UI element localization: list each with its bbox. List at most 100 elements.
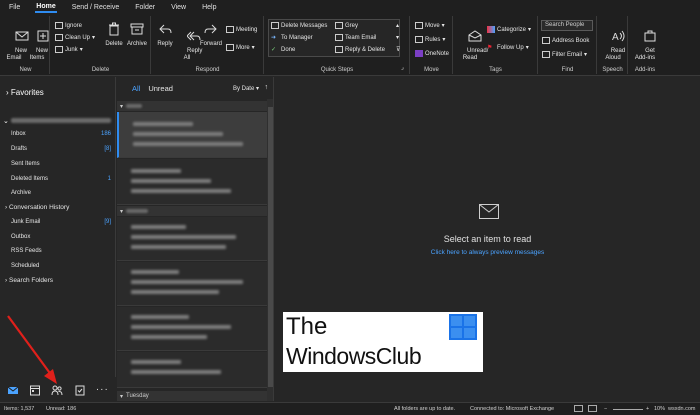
cleanup-button[interactable]: Clean Up ▾ xyxy=(55,34,95,41)
junk-button[interactable]: Junk ▾ xyxy=(55,46,83,53)
filter-all-tab[interactable]: All xyxy=(132,84,140,93)
search-people-input[interactable]: Search People xyxy=(541,20,593,31)
chevron-down-icon: ▾ xyxy=(441,23,445,29)
new-items-button[interactable]: New Items xyxy=(26,22,49,69)
unread-read-icon xyxy=(468,30,482,42)
message-list: All Unread By Date ▾ ↑ ▾ ▾ ▾ Tuesday xyxy=(117,77,274,401)
chevron-down-icon: ▾ xyxy=(442,37,446,43)
list-item[interactable] xyxy=(117,159,267,205)
unread-read-button[interactable]: Unread/ Read xyxy=(457,22,488,69)
quickstep-grey[interactable]: Grey xyxy=(335,22,358,29)
folder-inbox[interactable]: Inbox 186 xyxy=(11,131,111,137)
ignore-button[interactable]: Ignore xyxy=(55,22,82,29)
folder-scheduled[interactable]: Scheduled xyxy=(11,263,111,269)
group-header-redacted[interactable]: ▾ xyxy=(117,206,267,216)
more-respond-button[interactable]: More ▾ xyxy=(226,44,255,51)
dialog-launcher-icon: ⌟ xyxy=(401,65,404,71)
quicksteps-scroll-up[interactable]: ▴ xyxy=(396,22,399,29)
forward-button[interactable]: Forward xyxy=(199,22,223,48)
read-aloud-button[interactable]: A Read Aloud xyxy=(600,22,626,69)
list-item[interactable] xyxy=(117,307,267,351)
archive-icon xyxy=(130,23,144,35)
store-icon xyxy=(644,30,656,42)
group-header-tuesday[interactable]: ▾ Tuesday xyxy=(117,391,267,401)
group-name-redacted xyxy=(126,209,149,213)
delete-button[interactable]: Delete xyxy=(104,22,124,48)
always-preview-link[interactable]: Click here to always preview messages xyxy=(275,249,700,256)
quickstep-to-manager[interactable]: ➜ To Manager xyxy=(271,34,313,42)
tab-help[interactable]: Help xyxy=(201,3,217,12)
reply-delete-icon xyxy=(335,46,343,53)
folder-rss-feeds[interactable]: RSS Feeds xyxy=(11,248,111,254)
group-add-ins: Get Add-ins Add-ins xyxy=(629,16,661,74)
folder-conversation-history[interactable]: › Conversation History xyxy=(5,204,69,211)
message-list-scrollbar[interactable] xyxy=(267,99,273,401)
redacted-text xyxy=(131,335,207,339)
tab-send-receive[interactable]: Send / Receive xyxy=(71,3,120,12)
folder-sent-items[interactable]: Sent Items xyxy=(11,161,111,167)
zoom-level[interactable]: 10% xyxy=(654,406,665,412)
red-arrow-annotation xyxy=(7,315,57,384)
folder-archive[interactable]: Archive xyxy=(11,190,111,196)
folder-drafts[interactable]: Drafts [8] xyxy=(11,146,111,152)
quickstep-done[interactable]: ✓ Done xyxy=(271,46,295,54)
envelope-icon xyxy=(479,204,499,219)
redacted-text xyxy=(131,235,236,239)
reply-all-button[interactable]: Reply All xyxy=(177,22,202,69)
archive-button[interactable]: Archive xyxy=(125,22,149,48)
status-connection: Connected to: Microsoft Exchange xyxy=(470,406,555,412)
folder-outbox[interactable]: Outbox xyxy=(11,234,111,240)
zoom-out-icon[interactable]: − xyxy=(604,406,607,412)
quickstep-reply-delete[interactable]: Reply & Delete xyxy=(335,46,385,53)
list-item[interactable] xyxy=(117,262,267,306)
quickstep-team-email[interactable]: Team Email xyxy=(335,34,376,41)
folder-search-folders[interactable]: › Search Folders xyxy=(5,277,53,284)
follow-up-button[interactable]: ⚑ Follow Up ▾ xyxy=(487,44,529,52)
favorites-section[interactable]: › Favorites xyxy=(6,88,44,97)
quickstep-delete-messages[interactable]: Delete Messages xyxy=(271,22,327,29)
more-apps-icon[interactable]: ··· xyxy=(96,384,109,395)
group-label-tags: Tags xyxy=(489,67,502,73)
tab-folder[interactable]: Folder xyxy=(134,3,156,12)
tab-view[interactable]: View xyxy=(170,3,187,12)
quicksteps-scroll-down[interactable]: ▾ xyxy=(396,34,399,41)
read-aloud-icon: A xyxy=(612,30,625,43)
flag-icon: ⚑ xyxy=(487,45,493,51)
quicksteps-expand[interactable]: ⊽ xyxy=(396,46,400,53)
meeting-button[interactable]: Meeting xyxy=(226,26,257,33)
normal-view-icon[interactable] xyxy=(574,405,583,412)
address-book-button[interactable]: Address Book xyxy=(542,37,589,44)
redacted-text xyxy=(133,122,193,126)
move-button[interactable]: Move ▾ xyxy=(415,22,445,29)
new-email-button[interactable]: New Email xyxy=(5,22,29,69)
list-item[interactable] xyxy=(117,217,267,261)
zoom-slider[interactable] xyxy=(613,409,643,410)
group-label-speech: Speech xyxy=(602,67,623,73)
reply-button[interactable]: Reply xyxy=(155,22,175,48)
reading-view-icon[interactable] xyxy=(588,405,597,412)
categorize-button[interactable]: Categorize ▾ xyxy=(487,26,531,33)
onenote-button[interactable]: OneNote xyxy=(415,50,449,57)
group-label-quick-steps: Quick Steps xyxy=(320,67,354,73)
account-header[interactable]: ⌄ xyxy=(3,117,111,125)
filter-unread-tab[interactable]: Unread xyxy=(148,84,173,93)
chevron-down-icon: ▾ xyxy=(120,103,124,110)
filter-email-button[interactable]: Filter Email ▾ xyxy=(542,51,587,58)
folder-junk-email[interactable]: Junk Email [9] xyxy=(11,219,111,225)
zoom-in-icon[interactable]: + xyxy=(646,406,649,412)
checkmark-icon: ✓ xyxy=(271,47,277,53)
tasks-icon[interactable] xyxy=(74,384,86,396)
folder-deleted-items[interactable]: Deleted Items 1 xyxy=(11,176,111,182)
scrollbar-thumb[interactable] xyxy=(268,107,273,387)
quick-steps-dialog-launcher[interactable]: ⌟ xyxy=(401,64,404,71)
rules-button[interactable]: Rules ▾ xyxy=(415,36,445,43)
tab-file[interactable]: File xyxy=(8,3,21,12)
list-item[interactable] xyxy=(117,112,267,158)
group-header-redacted[interactable]: ▾ xyxy=(117,101,267,111)
tab-home[interactable]: Home xyxy=(35,2,57,13)
sort-direction-arrow[interactable]: ↑ xyxy=(265,84,269,91)
sort-by-date[interactable]: By Date ▾ xyxy=(233,85,259,92)
chevron-down-icon: ▾ xyxy=(120,208,124,215)
get-add-ins-button[interactable]: Get Add-ins xyxy=(631,22,659,69)
list-item[interactable] xyxy=(117,352,267,388)
